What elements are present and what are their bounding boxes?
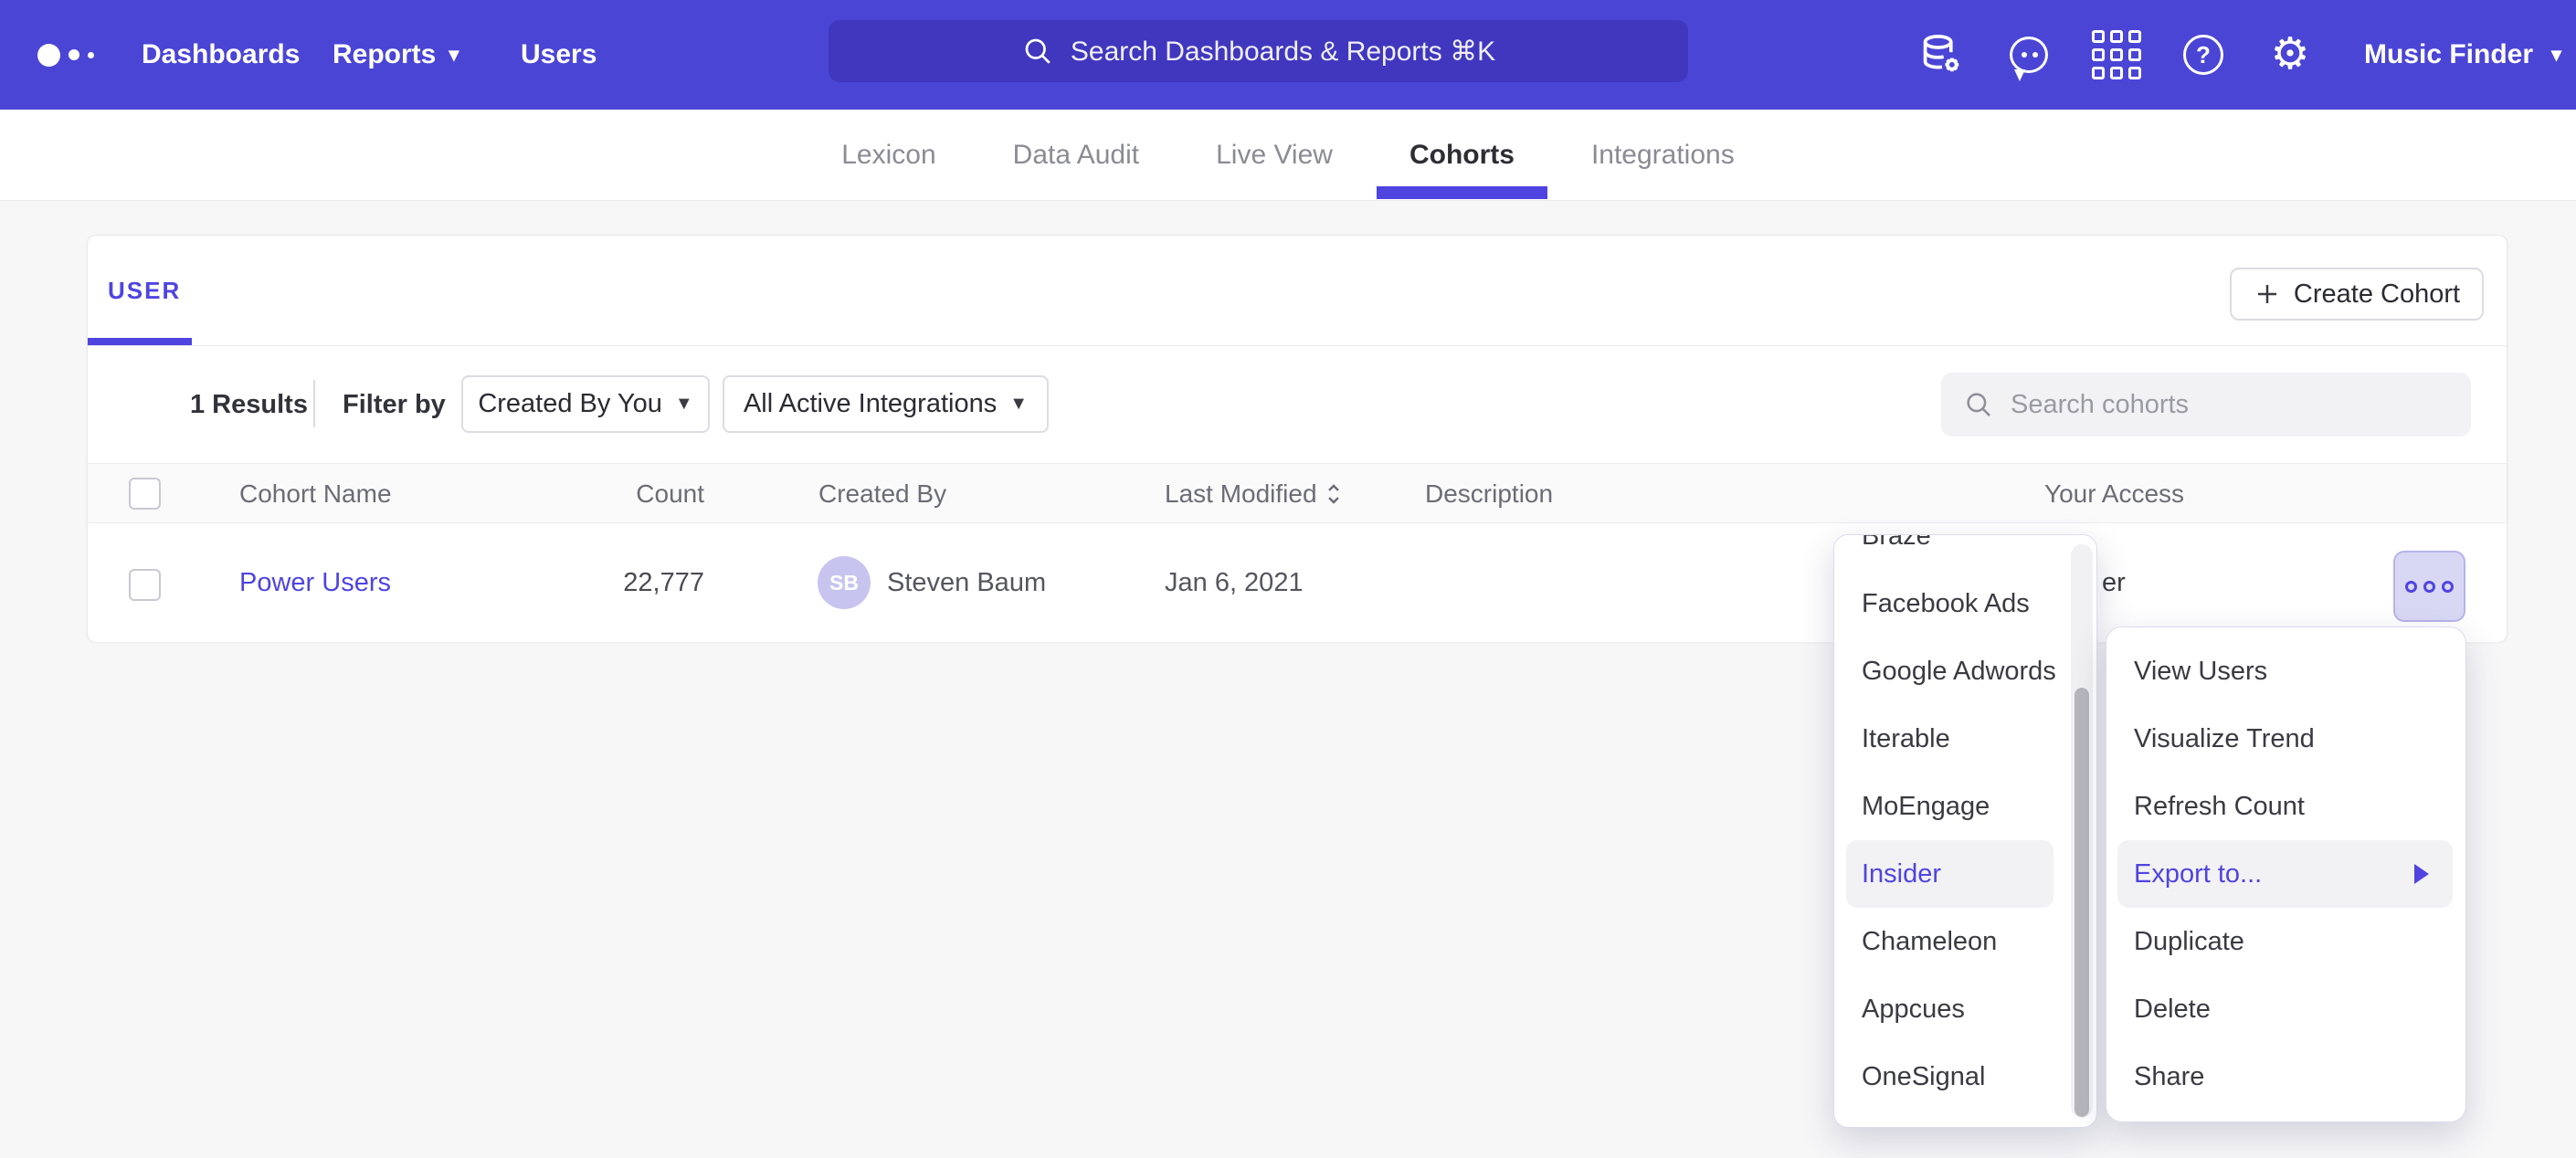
question-circle-icon: ? [2183,35,2223,75]
tab-live-view-label: Live View [1216,140,1333,171]
plus-icon [2254,280,2281,308]
divider [313,380,315,427]
sort-updown-icon [1325,481,1343,507]
cohort-name-link[interactable]: Power Users [239,523,391,642]
avatar: SB [818,556,871,609]
cohort-search-input[interactable]: Search cohorts [1941,373,2471,437]
menu-item-insider[interactable]: Insider [1846,840,2053,908]
menu-item-braze[interactable]: Braze [1834,534,2096,570]
tab-lexicon-label: Lexicon [841,140,935,171]
row-more-actions-button[interactable] [2393,551,2465,622]
section-tabs: Lexicon Data Audit Live View Cohorts Int… [0,110,2576,201]
user-tab-label: USER [108,277,181,305]
feedback-button[interactable] [2000,0,2058,110]
filter-created-by-label: Created By You [478,389,662,419]
select-all-checkbox[interactable] [129,478,161,510]
ellipsis-icon [2423,581,2435,593]
arrow-right-icon [2414,864,2429,884]
filter-created-by-dropdown[interactable]: Created By You ▼ [461,375,710,433]
tab-cohorts[interactable]: Cohorts [1371,110,1553,201]
cohort-count: 22,777 [522,523,704,642]
ellipsis-icon [2442,581,2454,593]
top-nav-bar: Dashboards Reports ▾ Users Search Dashbo… [0,0,2576,110]
menu-item-google-adwords[interactable]: Google Adwords [1834,637,2096,705]
filter-integrations-label: All Active Integrations [744,389,997,419]
cohorts-page: Dashboards Reports ▾ Users Search Dashbo… [0,0,2576,1158]
row-checkbox[interactable] [129,569,161,601]
menu-item-delete[interactable]: Delete [2106,975,2465,1043]
table-header-row: Cohort Name Count Created By Last Modifi… [88,463,2507,523]
menu-item-visualize-trend[interactable]: Visualize Trend [2106,705,2465,773]
create-cohort-button[interactable]: Create Cohort [2230,268,2484,321]
filter-integrations-dropdown[interactable]: All Active Integrations ▼ [723,375,1049,433]
project-name-label: Music Finder [2364,39,2533,70]
created-by-cell: SB Steven Baum [818,523,1046,642]
project-switcher[interactable]: Music Finder ▾ [2364,0,2561,110]
nav-item-dashboards[interactable]: Dashboards [142,0,300,110]
chevron-down-icon: ▾ [2551,45,2561,65]
column-header-your-access: Your Access [2044,464,2184,524]
create-cohort-label: Create Cohort [2294,279,2460,310]
table-row[interactable]: Power Users 22,777 SB Steven Baum Jan 6,… [88,523,2507,642]
settings-button[interactable]: ⚙ [2261,0,2319,110]
last-modified-cell: Jan 6, 2021 [1165,523,1304,642]
menu-item-appcues[interactable]: Appcues [1834,975,2096,1043]
column-header-last-modified[interactable]: Last Modified [1165,464,1343,524]
your-access-value-fragment: er [2102,523,2126,642]
cohorts-card: USER Create Cohort 1 Results Filter by C… [87,235,2507,642]
filter-by-label: Filter by [343,346,446,463]
global-search-placeholder: Search Dashboards & Reports ⌘K [1071,36,1495,68]
menu-item-refresh-count[interactable]: Refresh Count [2106,773,2465,840]
chevron-down-icon: ▼ [1009,394,1028,415]
gear-icon: ⚙ [2270,33,2309,77]
column-header-count: Count [522,464,704,524]
chevron-down-icon: ▾ [449,45,459,65]
cohort-search-placeholder: Search cohorts [2011,390,2189,420]
nav-dashboards-label: Dashboards [142,39,300,70]
submenu-scrollbar-thumb[interactable] [2075,688,2089,1117]
tab-user-cohorts[interactable]: USER [108,236,181,345]
row-context-menu: View Users Visualize Trend Refresh Count… [2106,626,2466,1122]
grid-icon [2092,30,2141,79]
data-management-button[interactable] [1913,0,1971,110]
ellipsis-icon [2405,581,2417,593]
tab-live-view[interactable]: Live View [1177,110,1371,201]
tab-integrations[interactable]: Integrations [1553,110,1773,201]
menu-item-onesignal[interactable]: OneSignal [1834,1043,2096,1111]
tab-data-audit-label: Data Audit [1013,140,1139,171]
tab-integrations-label: Integrations [1591,140,1735,171]
chat-bubble-icon [2010,37,2048,73]
global-search-bar[interactable]: Search Dashboards & Reports ⌘K [829,20,1688,82]
divider [88,345,2507,346]
tab-data-audit[interactable]: Data Audit [975,110,1177,201]
menu-item-share[interactable]: Share [2106,1043,2465,1111]
search-icon [1021,35,1054,68]
search-icon [1963,389,1994,420]
apps-grid-button[interactable] [2087,0,2146,110]
menu-item-export-to[interactable]: Export to... [2117,840,2453,908]
menu-item-chameleon[interactable]: Chameleon [1834,908,2096,975]
results-count: 1 Results [190,346,308,463]
column-header-created-by: Created By [818,464,946,524]
column-header-cohort-name: Cohort Name [239,464,392,524]
column-header-description: Description [1425,464,1553,524]
menu-item-facebook-ads[interactable]: Facebook Ads [1834,570,2096,637]
help-button[interactable]: ? [2174,0,2233,110]
nav-users-label: Users [521,39,596,70]
menu-item-duplicate[interactable]: Duplicate [2106,908,2465,975]
nav-item-reports[interactable]: Reports ▾ [333,0,459,110]
nav-item-users[interactable]: Users [521,0,596,110]
database-gear-icon [1918,31,1966,79]
nav-reports-label: Reports [333,39,436,70]
tab-cohorts-label: Cohorts [1409,140,1515,171]
menu-item-view-users[interactable]: View Users [2106,637,2465,705]
creator-name: Steven Baum [887,568,1046,598]
app-logo-icon[interactable] [37,0,94,110]
chevron-down-icon: ▼ [675,394,693,415]
tab-lexicon[interactable]: Lexicon [803,110,974,201]
menu-item-moengage[interactable]: MoEngage [1834,773,2096,840]
menu-item-iterable[interactable]: Iterable [1834,705,2096,773]
export-integrations-submenu: Braze Facebook Ads Google Adwords Iterab… [1833,534,2097,1128]
